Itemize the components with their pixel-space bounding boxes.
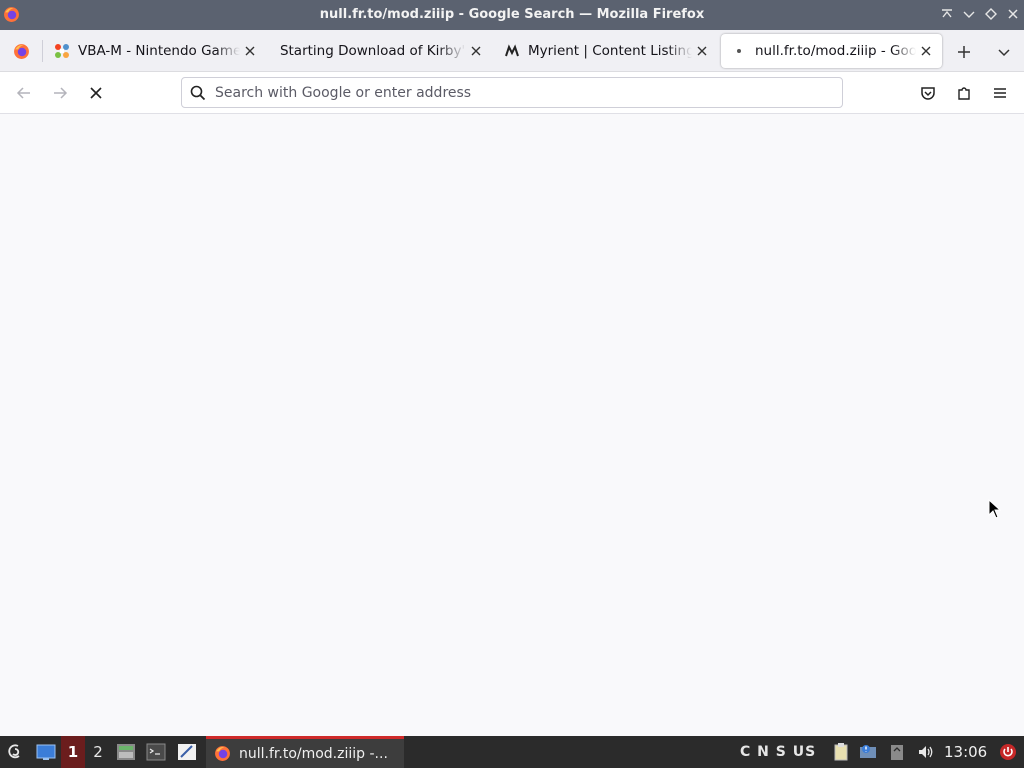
close-tab-button[interactable] (240, 41, 260, 61)
workspace-2[interactable]: 2 (86, 736, 110, 768)
stop-icon (90, 87, 102, 99)
list-all-tabs-button[interactable] (990, 38, 1018, 66)
minimize-icon (942, 9, 952, 18)
close-icon (1008, 9, 1018, 19)
forward-button[interactable] (46, 79, 74, 107)
desktop-icon (36, 744, 56, 760)
tab-label: null.fr.to/mod.ziiip - Google (755, 43, 916, 59)
tab-strip: VBA-M - Nintendo GameBoy Starting Downlo… (0, 30, 1024, 72)
close-window-button[interactable] (1005, 7, 1021, 23)
tab-separator (42, 40, 43, 62)
network-tray-button[interactable] (856, 736, 880, 768)
clock: 13:06 (944, 743, 988, 761)
file-manager-icon (117, 744, 135, 760)
tab-myrient[interactable]: Myrient | Content Listing (494, 34, 718, 68)
plus-icon (958, 46, 970, 58)
tab-starting-download[interactable]: Starting Download of Kirby's (268, 34, 492, 68)
close-tab-button[interactable] (466, 41, 486, 61)
tab-null-fr-search[interactable]: null.fr.to/mod.ziiip - Google (721, 34, 942, 68)
firefox-icon (13, 43, 29, 59)
network-alert-icon (860, 745, 876, 758)
firefox-icon (215, 746, 230, 761)
navigation-toolbar (0, 72, 1024, 114)
tab-label: Starting Download of Kirby's (279, 43, 466, 59)
chevron-down-icon (998, 49, 1010, 57)
file-manager-launcher[interactable] (113, 736, 139, 768)
extensions-button[interactable] (950, 79, 978, 107)
new-tab-button[interactable] (950, 38, 978, 66)
pocket-icon (921, 87, 935, 100)
diamond-icon (985, 8, 997, 20)
tab-label: VBA-M - Nintendo GameBoy (78, 43, 240, 59)
save-to-pocket-button[interactable] (914, 79, 942, 107)
restore-button[interactable] (983, 7, 999, 23)
chevron-down-icon (963, 11, 975, 18)
keyboard-lock-indicators: C N S US (740, 744, 817, 760)
debian-swirl-icon (8, 744, 20, 759)
url-input[interactable] (215, 82, 815, 104)
close-tab-button[interactable] (692, 41, 712, 61)
page-content[interactable] (0, 114, 1024, 736)
power-icon (1000, 744, 1016, 760)
close-tab-button[interactable] (916, 41, 936, 61)
joomla-icon (55, 44, 69, 58)
close-icon (697, 46, 707, 56)
firefox-view-button[interactable] (0, 30, 42, 72)
taskbar: 1 2 null.fr.to/mod.ziiip -... C N S US 1… (0, 736, 1024, 768)
close-icon (921, 46, 931, 56)
speaker-icon (919, 746, 933, 758)
search-icon (190, 85, 206, 101)
maximize-button[interactable] (961, 7, 977, 23)
clipboard-tray-button[interactable] (830, 736, 852, 768)
close-icon (245, 46, 255, 56)
back-arrow-icon (16, 87, 30, 99)
power-button[interactable] (996, 736, 1020, 768)
clipboard-icon (834, 743, 848, 761)
battery-tray-button[interactable] (886, 736, 908, 768)
text-editor-launcher[interactable] (174, 736, 200, 768)
forward-arrow-icon (54, 87, 68, 99)
workspace-1[interactable]: 1 (61, 736, 85, 768)
myrient-icon (505, 44, 519, 57)
taskbar-firefox-window[interactable]: null.fr.to/mod.ziiip -... (206, 736, 404, 768)
loading-dot-icon (737, 49, 741, 53)
volume-tray-button[interactable] (914, 736, 938, 768)
app-menu-button[interactable] (986, 79, 1014, 107)
window-titlebar: null.fr.to/mod.ziiip - Google Search — M… (0, 0, 1024, 30)
tab-label: Myrient | Content Listing (528, 43, 692, 59)
puzzle-piece-icon (958, 87, 970, 100)
battery-icon (891, 745, 903, 760)
tab-vba-m[interactable]: VBA-M - Nintendo GameBoy (44, 34, 266, 68)
address-bar[interactable] (181, 77, 843, 108)
close-icon (471, 46, 481, 56)
text-editor-icon (178, 744, 196, 760)
terminal-icon (146, 743, 166, 761)
show-desktop-button[interactable] (32, 736, 60, 768)
window-title: null.fr.to/mod.ziiip - Google Search — M… (319, 7, 705, 22)
start-menu-button[interactable] (0, 736, 30, 768)
task-label: null.fr.to/mod.ziiip -... (239, 745, 388, 762)
stop-button[interactable] (82, 79, 110, 107)
mouse-cursor-icon (988, 499, 1002, 519)
terminal-launcher[interactable] (143, 736, 169, 768)
hamburger-menu-icon (994, 88, 1006, 98)
minimize-button[interactable] (939, 7, 955, 23)
back-button[interactable] (10, 79, 38, 107)
